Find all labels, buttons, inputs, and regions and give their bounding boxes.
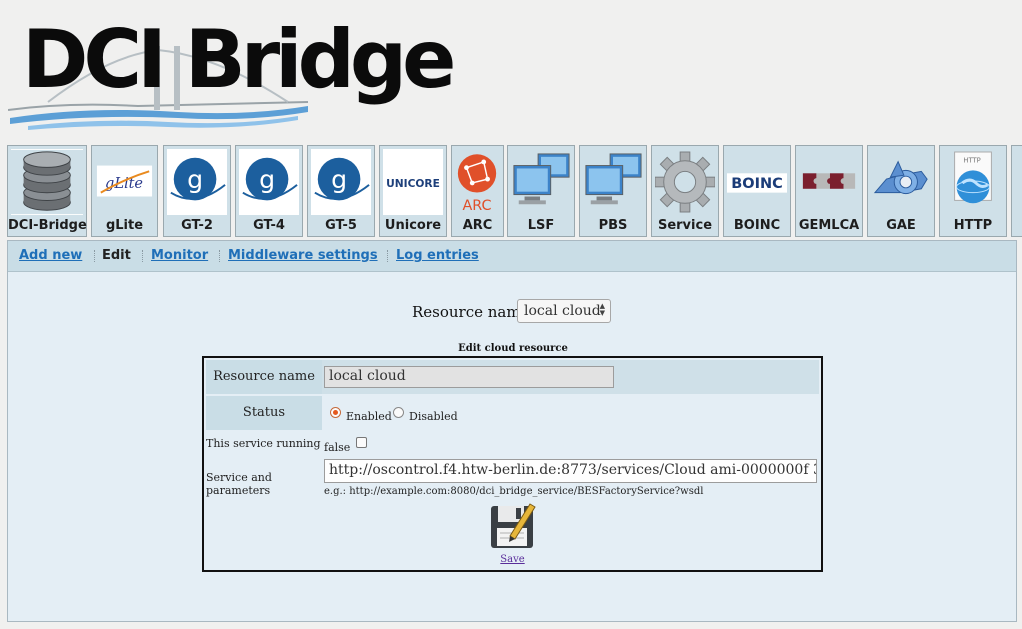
gear-icon <box>655 149 715 215</box>
status-option-label: Disabled <box>409 410 458 423</box>
separator <box>387 250 389 262</box>
tab-dci-bridge[interactable]: DCI-Bridge <box>7 145 87 237</box>
tab-label: GAE <box>886 218 916 233</box>
tab-label: GT-4 <box>253 218 285 233</box>
boinc-logo-icon: BOINC <box>727 149 787 215</box>
tab-label: Unicore <box>384 218 442 233</box>
tab-unicore[interactable]: UNICORE Unicore <box>379 145 447 237</box>
tab-gemlca[interactable]: GEMLCA <box>795 145 863 237</box>
tab-label: BOINC <box>733 218 781 233</box>
tab-gt-2[interactable]: g GT-2 <box>163 145 231 237</box>
tab-label: LSF <box>527 218 555 233</box>
tab-arc[interactable]: ARC ARC <box>451 145 504 237</box>
tab-label: GT-5 <box>325 218 357 233</box>
save-link[interactable]: Save <box>204 554 821 565</box>
status-enabled-radio[interactable] <box>330 407 341 418</box>
status-option-label: Enabled <box>346 410 392 423</box>
globus-logo-icon: g <box>239 149 299 215</box>
service-running-checkbox[interactable] <box>356 437 367 448</box>
globus-logo-icon: g <box>311 149 371 215</box>
tab-glite[interactable]: gLite gLite <box>91 145 158 237</box>
save-floppy-icon[interactable] <box>490 502 536 550</box>
status-disabled-radio[interactable] <box>393 407 404 418</box>
resource-name-label: Resource name <box>412 303 530 321</box>
svg-text:BOINC: BOINC <box>731 176 783 192</box>
service-parameters-input[interactable]: http://oscontrol.f4.htw-berlin.de:8773/s… <box>324 459 817 483</box>
logo-title: DCI Bridge <box>22 13 456 106</box>
edit-cloud-resource-form: Resource name local cloud Status Enabled… <box>202 356 823 572</box>
separator <box>142 250 144 262</box>
service-parameters-label: Service and parameters <box>206 471 272 497</box>
monitor-link[interactable]: Monitor <box>151 248 208 263</box>
middleware-settings-link[interactable]: Middleware settings <box>228 248 378 263</box>
resource-name-field-label: Resource name <box>206 360 322 394</box>
app-engine-icon <box>871 149 931 215</box>
select-arrows-icon: ▲ ▼ <box>599 302 605 317</box>
form-caption: Edit cloud resource <box>458 343 568 354</box>
tab-label: ARC <box>462 218 493 233</box>
database-icon <box>11 149 83 215</box>
unicore-logo-icon: UNICORE <box>383 149 443 215</box>
globus-logo-icon: g <box>167 149 227 215</box>
tab-gt-4[interactable]: g GT-4 <box>235 145 303 237</box>
glite-logo-icon: gLite <box>95 149 154 215</box>
svg-text:UNICORE: UNICORE <box>386 177 440 190</box>
computers-icon <box>511 149 571 215</box>
resource-name-select[interactable]: local cloud ▲ ▼ <box>517 299 611 323</box>
resource-name-input[interactable]: local cloud <box>324 366 614 388</box>
separator <box>94 250 96 262</box>
status-field-label: Status <box>206 396 322 430</box>
tab-lsf[interactable]: LSF <box>507 145 575 237</box>
tab-http[interactable]: HTTP HTTP <box>939 145 1007 237</box>
puzzle-icon <box>799 149 859 215</box>
svg-text:HTTP: HTTP <box>963 157 980 165</box>
tab-label: PBS <box>598 218 628 233</box>
http-globe-icon: HTTP <box>943 149 1003 215</box>
tab-label: gLite <box>105 218 144 233</box>
service-running-value: false <box>324 441 351 454</box>
tab-label: GT-2 <box>181 218 213 233</box>
tab-service[interactable]: Service <box>651 145 719 237</box>
svg-text:gLite: gLite <box>105 176 143 192</box>
tab-label: GEMLCA <box>798 218 860 233</box>
tab-label: HTTP <box>953 218 993 233</box>
arc-logo-icon: ARC <box>455 149 500 215</box>
separator <box>219 250 221 262</box>
service-example-hint: e.g.: http://example.com:8080/dci_bridge… <box>324 486 704 497</box>
sub-navigation: Add new Edit Monitor Middleware settings… <box>8 241 1016 272</box>
tab-gae[interactable]: GAE <box>867 145 935 237</box>
main-panel: Add new Edit Monitor Middleware settings… <box>7 240 1017 622</box>
log-entries-link[interactable]: Log entries <box>396 248 479 263</box>
tab-overflow[interactable] <box>1011 145 1022 237</box>
tab-label: Service <box>657 218 713 233</box>
svg-text:g: g <box>259 165 275 194</box>
tab-boinc[interactable]: BOINC BOINC <box>723 145 791 237</box>
add-new-link[interactable]: Add new <box>19 248 82 263</box>
svg-text:g: g <box>187 165 203 194</box>
computers-icon <box>583 149 643 215</box>
tab-label: DCI-Bridge <box>8 218 87 233</box>
service-running-label: This service running <box>206 437 321 450</box>
tab-pbs[interactable]: PBS <box>579 145 647 237</box>
tab-gt-5[interactable]: g GT-5 <box>307 145 375 237</box>
selected-resource: local cloud <box>524 303 601 319</box>
svg-text:ARC: ARC <box>462 198 491 214</box>
edit-current-item: Edit <box>102 248 131 263</box>
middleware-tab-bar: DCI-Bridge gLite gLite g GT-2 g GT-4 g G… <box>0 145 1022 240</box>
svg-text:g: g <box>331 165 347 194</box>
dci-bridge-logo: DCI Bridge <box>8 6 456 134</box>
